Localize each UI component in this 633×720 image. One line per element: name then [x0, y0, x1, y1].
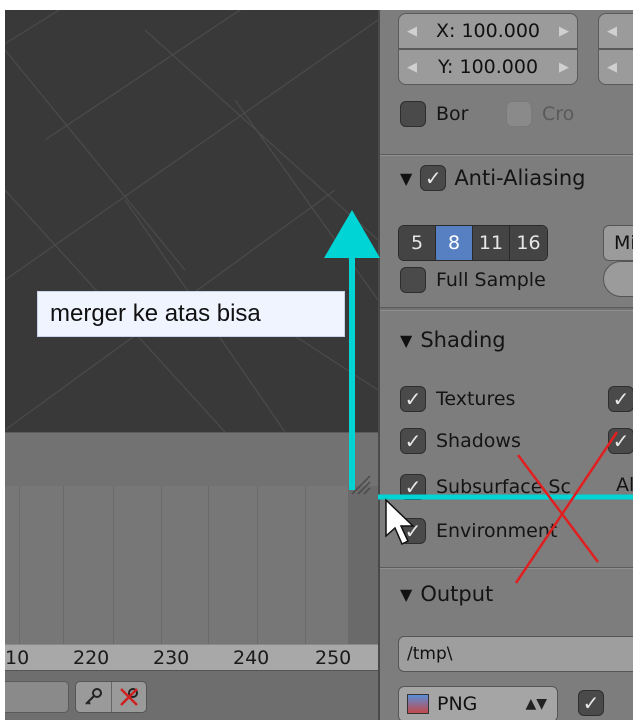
full-sample-checkbox[interactable] [400, 267, 426, 293]
increment-icon[interactable]: ▶ [559, 24, 569, 39]
right-column-label: Al [616, 474, 633, 496]
aa-sample-option-selected[interactable]: 8 [436, 226, 473, 260]
subsurface-checkbox[interactable]: ✓ [400, 474, 426, 500]
shadows-row[interactable]: ✓ Shadows [400, 428, 521, 454]
frame-end-field[interactable]: ◀ [598, 49, 633, 85]
timeline-ruler: 10 220 230 240 250 [5, 644, 378, 670]
increment-icon[interactable]: ▶ [559, 60, 569, 75]
collapse-triangle-icon[interactable]: ▼ [400, 169, 412, 188]
tick-label: 220 [73, 647, 110, 669]
timeline-area[interactable] [5, 486, 378, 644]
crop-checkbox[interactable] [506, 101, 532, 127]
dimensions-panel: ◀ X: 100.000 ▶ ◀ Y: 100.000 ▶ ◀ ◀ Bor Cr… [380, 10, 633, 155]
timeline-footer [5, 670, 378, 720]
decrement-icon[interactable]: ◀ [407, 24, 417, 39]
environment-checkbox[interactable]: ✓ [400, 518, 426, 544]
tick-label: 230 [153, 647, 190, 669]
resolution-x-field[interactable]: ◀ X: 100.000 ▶ [398, 13, 578, 49]
anti-aliasing-checkbox[interactable]: ✓ [420, 165, 447, 191]
aa-sample-option[interactable]: 11 [473, 226, 510, 260]
shading-header[interactable]: ▼ Shading [400, 328, 506, 352]
tick-label: 10 [5, 647, 30, 669]
right-column-checkbox[interactable]: ✓ [608, 386, 633, 412]
viewport-grid [5, 10, 378, 432]
textures-checkbox[interactable]: ✓ [400, 386, 426, 412]
file-format-dropdown[interactable]: PNG ▲▼ [398, 686, 558, 720]
aa-sample-option[interactable]: 16 [510, 226, 547, 260]
key-icon[interactable] [76, 682, 112, 712]
keying-buttons [75, 681, 147, 713]
collapse-triangle-icon[interactable]: ▼ [400, 331, 412, 350]
border-checkbox-row[interactable]: Bor [400, 101, 468, 127]
environment-row[interactable]: ✓ Environment [400, 518, 557, 544]
collapse-triangle-icon[interactable]: ▼ [400, 585, 412, 604]
timeline-end-region [348, 486, 378, 644]
viewport-header [5, 432, 378, 486]
frame-field[interactable] [5, 681, 69, 713]
subsurface-row[interactable]: ✓ Subsurface Sc [400, 474, 571, 500]
aa-samples-selector: 5 8 11 16 [398, 225, 548, 261]
crop-checkbox-row[interactable]: Cro [506, 101, 574, 127]
frame-start-field[interactable]: ◀ [598, 13, 633, 49]
properties-panel: ◀ X: 100.000 ▶ ◀ Y: 100.000 ▶ ◀ ◀ Bor Cr… [378, 10, 633, 720]
image-icon [407, 694, 429, 714]
output-header[interactable]: ▼ Output [400, 582, 493, 606]
aa-filter-dropdown[interactable]: Mi [603, 225, 633, 261]
tick-label: 240 [233, 647, 270, 669]
updown-chevron-icon: ▲▼ [525, 696, 547, 712]
anti-aliasing-header[interactable]: ▼ ✓ Anti-Aliasing [400, 165, 586, 191]
border-checkbox[interactable] [400, 101, 426, 127]
key-delete-icon[interactable] [112, 682, 147, 712]
output-path-field[interactable]: /tmp\ [398, 636, 633, 672]
full-sample-row[interactable]: Full Sample [400, 267, 546, 293]
filter-size-field[interactable] [603, 261, 633, 297]
textures-row[interactable]: ✓ Textures [400, 386, 515, 412]
annotation-note: merger ke atas bisa [37, 291, 345, 337]
aa-sample-option[interactable]: 5 [399, 226, 436, 260]
resolution-y-field[interactable]: ◀ Y: 100.000 ▶ [398, 49, 578, 85]
shadows-checkbox[interactable]: ✓ [400, 428, 426, 454]
3d-viewport[interactable] [5, 10, 378, 432]
tick-label: 250 [315, 647, 352, 669]
right-column-checkbox[interactable]: ✓ [608, 428, 633, 454]
output-option-checkbox[interactable]: ✓ [578, 690, 604, 716]
decrement-icon[interactable]: ◀ [407, 60, 417, 75]
